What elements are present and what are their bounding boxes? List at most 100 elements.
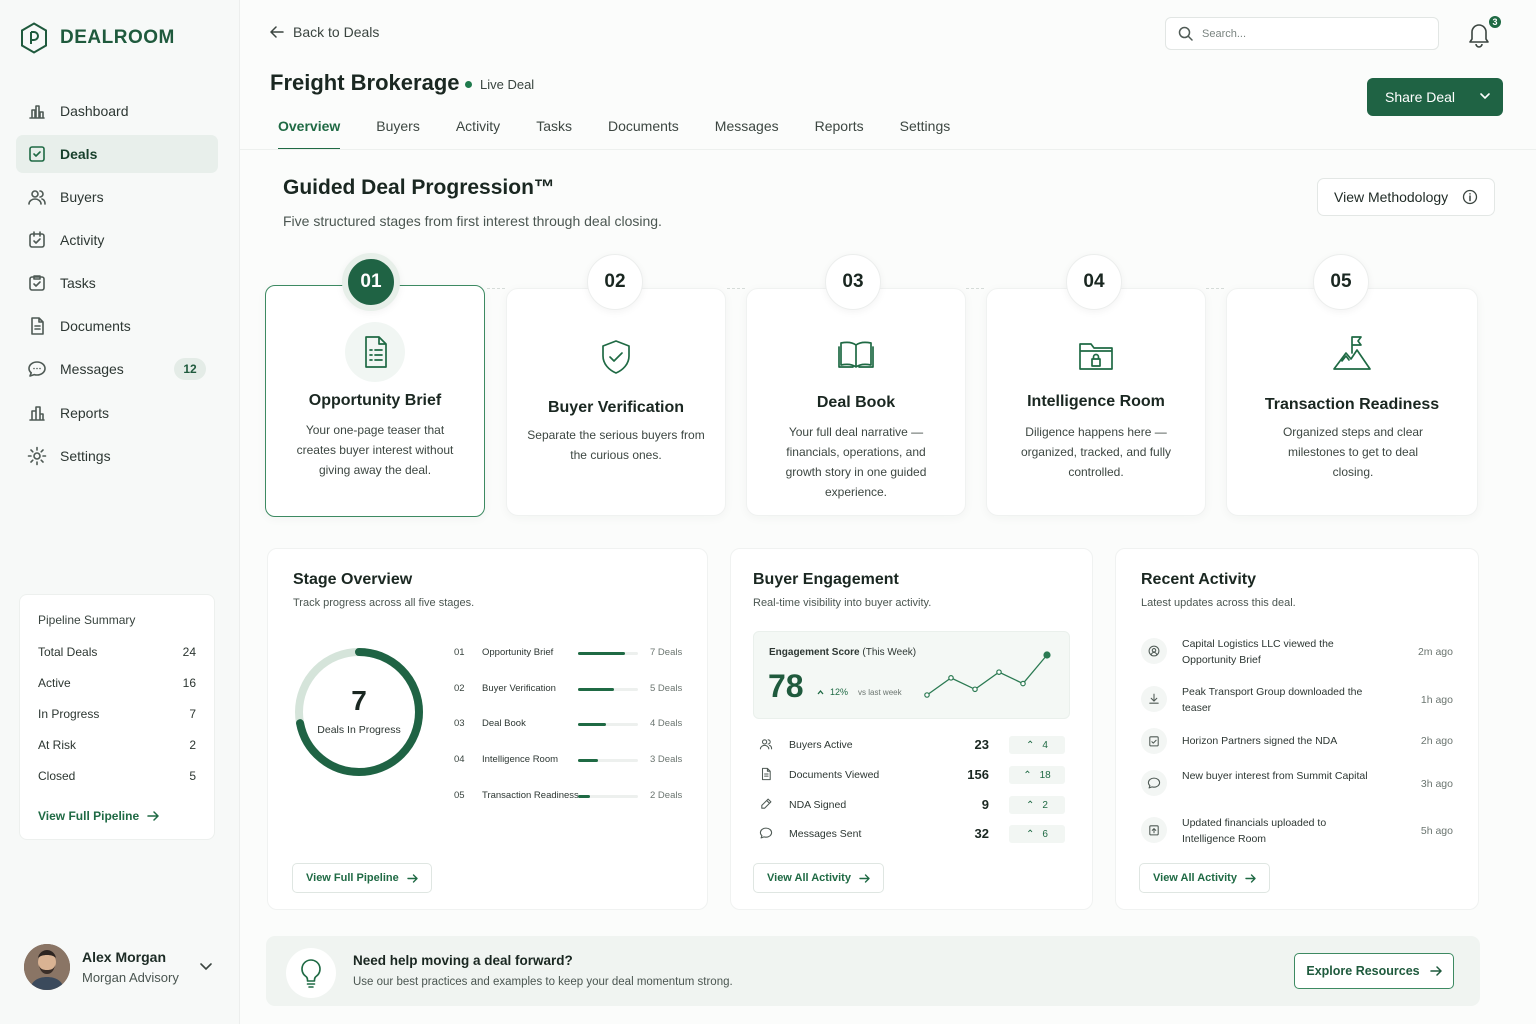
document-icon xyxy=(27,316,47,336)
stage-progress-row: 03 Deal Book 4 Deals xyxy=(454,718,694,732)
stage-card-buyer-verification[interactable]: Buyer Verification Separate the serious … xyxy=(506,288,726,516)
donut-label: Deals In Progress xyxy=(317,724,401,736)
card-subtitle: Real-time visibility into buyer activity… xyxy=(753,597,932,609)
message-icon xyxy=(27,359,47,379)
card-title: Recent Activity xyxy=(1141,571,1256,588)
row-count: 2 Deals xyxy=(650,790,683,801)
recent-activity-card: Recent Activity Latest updates across th… xyxy=(1115,548,1479,910)
pipeline-summary-card: Pipeline Summary Total Deals 24 Active 16 … xyxy=(19,594,215,840)
stage-card-deal-book[interactable]: Deal Book Your full deal narrative — fin… xyxy=(746,288,966,516)
tab-documents[interactable]: Documents xyxy=(590,110,697,150)
back-to-deals-link[interactable]: Back to Deals xyxy=(270,24,379,40)
sidebar-item-dashboard[interactable]: Dashboard xyxy=(16,92,218,130)
stage-number-badge: 01 xyxy=(342,253,400,311)
score-period: (This Week) xyxy=(862,647,917,658)
card-title: Stage Overview xyxy=(293,571,413,588)
progress-bar xyxy=(578,759,638,762)
activity-time: 1h ago xyxy=(1420,694,1453,706)
view-methodology-button[interactable]: View Methodology xyxy=(1317,178,1495,216)
locked-folder-icon xyxy=(1066,325,1126,385)
logo-hexagon-icon xyxy=(20,22,48,54)
sidebar-item-label: Documents xyxy=(60,318,131,334)
arrow-left-icon xyxy=(270,26,284,38)
row-value: 23 xyxy=(974,737,989,752)
tab-settings[interactable]: Settings xyxy=(882,110,969,150)
chart-icon xyxy=(27,101,47,121)
users-icon xyxy=(27,187,47,207)
sidebar-item-activity[interactable]: Activity xyxy=(16,221,218,259)
sidebar-item-buyers[interactable]: Buyers xyxy=(16,178,218,216)
tab-messages[interactable]: Messages xyxy=(697,110,797,150)
tab-overview[interactable]: Overview xyxy=(260,110,358,150)
search-box[interactable] xyxy=(1165,17,1439,50)
row-label: Messages Sent xyxy=(789,828,862,840)
chevron-down-icon[interactable] xyxy=(199,962,213,972)
arrow-right-icon xyxy=(1245,873,1256,883)
share-label: Share Deal xyxy=(1385,89,1456,105)
search-input[interactable] xyxy=(1202,27,1422,40)
guided-subtitle: Five structured stages from first intere… xyxy=(283,213,662,229)
methodology-label: View Methodology xyxy=(1334,189,1449,205)
stage-card-intelligence-room[interactable]: Intelligence Room Diligence happens here… xyxy=(986,288,1206,516)
row-value: 156 xyxy=(967,767,989,782)
chevron-down-icon[interactable] xyxy=(1479,91,1491,101)
view-all-activity-button[interactable]: View All Activity xyxy=(1139,863,1270,893)
sidebar-item-reports[interactable]: Reports xyxy=(16,394,218,432)
trend-line xyxy=(926,654,1048,696)
progress-bar xyxy=(578,723,638,726)
sidebar-item-label: Dashboard xyxy=(60,103,129,119)
tab-buyers[interactable]: Buyers xyxy=(358,110,438,150)
sidebar-item-documents[interactable]: Documents xyxy=(16,307,218,345)
explore-resources-button[interactable]: Explore Resources xyxy=(1294,953,1454,989)
sidebar-item-tasks[interactable]: Tasks xyxy=(16,264,218,302)
user-name: Alex Morgan xyxy=(82,949,167,965)
view-all-activity-button[interactable]: View All Activity xyxy=(753,863,884,893)
status-label: Live Deal xyxy=(480,77,535,92)
page-title: Freight Brokerage xyxy=(270,70,460,95)
row-value: 9 xyxy=(981,797,989,812)
activity-text: Updated financials uploaded to Intellige… xyxy=(1182,817,1327,845)
lightbulb-icon xyxy=(286,948,336,998)
row-number: 03 xyxy=(454,718,465,729)
activity-time: 2m ago xyxy=(1417,646,1453,658)
stage-card-transaction-readiness[interactable]: Transaction Readiness Organized steps an… xyxy=(1226,288,1478,516)
engagement-row: Messages Sent 32 ⌃ 6 xyxy=(759,825,1065,844)
download-icon xyxy=(1141,686,1167,712)
delta-value: 12% xyxy=(830,687,849,697)
stage-overview-card: Stage Overview Track progress across all… xyxy=(267,548,708,910)
user-organization: Morgan Advisory xyxy=(82,970,179,985)
button-label: View All Activity xyxy=(767,872,851,884)
activity-text: Peak Transport Group downloaded the teas… xyxy=(1182,686,1363,714)
stage-description: Separate the serious buyers from the cur… xyxy=(527,428,705,462)
tab-tasks[interactable]: Tasks xyxy=(518,110,590,150)
row-label: Documents Viewed xyxy=(789,769,880,781)
score-delta: 12% vs last week xyxy=(817,687,902,697)
messages-count-badge: 12 xyxy=(174,358,206,380)
buyer-engagement-card: Buyer Engagement Real-time visibility in… xyxy=(730,548,1093,910)
row-number: 01 xyxy=(454,647,465,658)
trend-point xyxy=(1020,680,1026,687)
tab-activity[interactable]: Activity xyxy=(438,110,518,150)
sidebar: DEALROOM Dashboard Deals Buyers Activity… xyxy=(0,0,240,1024)
tab-reports[interactable]: Reports xyxy=(797,110,882,150)
row-count: 5 Deals xyxy=(650,683,683,694)
view-full-pipeline-button[interactable]: View Full Pipeline xyxy=(292,863,432,893)
brand-logo[interactable]: DEALROOM xyxy=(20,22,175,54)
stage-progress-row: 05 Transaction Readiness 2 Deals xyxy=(454,790,694,804)
score-heading: Engagement Score (This Week) xyxy=(769,647,916,658)
view-full-pipeline-link[interactable]: View Full Pipeline xyxy=(38,809,159,823)
row-label: Opportunity Brief xyxy=(482,647,554,658)
caret-up-icon: ⌃ xyxy=(1026,739,1035,751)
row-label: Transaction Readiness xyxy=(482,790,579,801)
card-title: Buyer Engagement xyxy=(753,571,899,588)
sidebar-item-messages[interactable]: Messages 12 xyxy=(16,350,218,388)
share-deal-button[interactable]: Share Deal xyxy=(1367,78,1503,116)
pipeline-row-label: At Risk xyxy=(38,738,77,752)
user-profile[interactable]: Alex Morgan Morgan Advisory xyxy=(24,944,213,990)
sidebar-item-settings[interactable]: Settings xyxy=(16,437,218,475)
pipeline-row-label: Closed xyxy=(38,769,76,783)
stage-card-opportunity-brief[interactable]: Opportunity Brief Your one-page teaser t… xyxy=(265,285,485,517)
sidebar-item-deals[interactable]: Deals xyxy=(16,135,218,173)
activity-time: 5h ago xyxy=(1420,825,1453,837)
sidebar-item-label: Buyers xyxy=(60,189,104,205)
